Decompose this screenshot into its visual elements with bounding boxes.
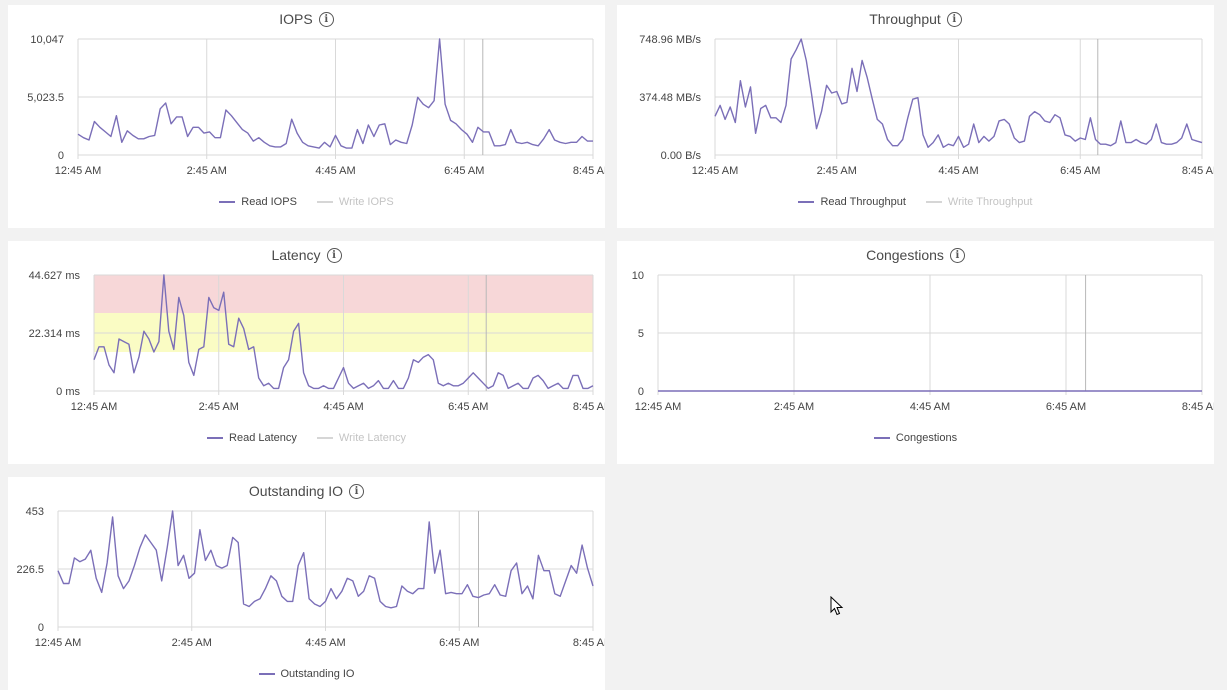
- legend-label: Read IOPS: [241, 196, 297, 208]
- legend-swatch: [316, 201, 333, 203]
- x-tick-label: 6:45 AM: [448, 401, 488, 413]
- x-tick-label: 6:45 AM: [1060, 165, 1100, 177]
- legend-label: Write IOPS: [338, 196, 394, 208]
- x-tick-label: 8:45 AM: [573, 401, 605, 413]
- legend-item[interactable]: Write Throughput: [925, 196, 1033, 208]
- x-tick-label: 12:45 AM: [692, 165, 738, 177]
- x-tick-label: 4:45 AM: [910, 401, 950, 413]
- throughput-legend: Read Throughput Write Throughput: [617, 196, 1214, 208]
- y-tick-label: 0.00 B/s: [661, 150, 702, 162]
- iops-legend: Read IOPS Write IOPS: [8, 196, 605, 208]
- legend-label: Congestions: [895, 432, 958, 444]
- y-tick-label: 44.627 ms: [29, 270, 81, 282]
- x-tick-label: 12:45 AM: [55, 165, 101, 177]
- legend-item[interactable]: Write IOPS: [316, 196, 394, 208]
- x-tick-label: 2:45 AM: [817, 165, 857, 177]
- x-tick-label: 4:45 AM: [938, 165, 978, 177]
- legend-item[interactable]: Read Latency: [207, 432, 297, 444]
- x-tick-label: 8:45 AM: [573, 637, 605, 649]
- legend-item[interactable]: Write Latency: [316, 432, 406, 444]
- x-tick-label: 8:45 AM: [573, 165, 605, 177]
- legend-label: Outstanding IO: [280, 668, 355, 680]
- y-tick-label: 22.314 ms: [29, 328, 81, 340]
- latency-legend: Read Latency Write Latency: [8, 432, 605, 444]
- congestions-legend: Congestions: [617, 432, 1214, 444]
- x-tick-label: 12:45 AM: [635, 401, 681, 413]
- y-tick-label: 453: [26, 506, 44, 518]
- latency-panel: Latency i 44.627 ms 22.314 ms 0 ms 12:45 AM…: [8, 241, 605, 464]
- throughput-panel: Throughput i 748.96 MB/s 374.48 MB/s 0.00 …: [617, 5, 1214, 228]
- x-tick-label: 2:45 AM: [172, 637, 212, 649]
- outstanding-io-chart: 453 226.5 0 12:45 AM 2:45 AM 4:45 AM 6:45 AM 8:…: [16, 506, 605, 649]
- y-tick-label: 226.5: [16, 564, 44, 576]
- y-tick-label: 0: [38, 622, 44, 634]
- y-tick-label: 374.48 MB/s: [639, 92, 701, 104]
- y-tick-label: 5: [638, 328, 644, 340]
- outstanding-io-legend: Outstanding IO: [8, 668, 605, 680]
- x-tick-label: 2:45 AM: [187, 165, 227, 177]
- iops-chart: 10,047 5,023.5 0 12:45 AM 2:45 AM 4:45 AM 6:45…: [27, 34, 605, 177]
- legend-label: Read Latency: [229, 432, 297, 444]
- legend-swatch: [219, 201, 236, 203]
- legend-swatch: [798, 201, 815, 203]
- legend-swatch: [207, 437, 224, 439]
- x-tick-label: 2:45 AM: [774, 401, 814, 413]
- legend-swatch: [873, 437, 890, 439]
- iops-panel: IOPS i 10,047 5,023.5 0 12:45 AM 2:45 AM 4:45…: [8, 5, 605, 228]
- x-tick-label: 8:45 AM: [1182, 401, 1214, 413]
- legend-item[interactable]: Read IOPS: [219, 196, 297, 208]
- legend-label: Write Throughput: [947, 196, 1033, 208]
- y-tick-label: 5,023.5: [27, 92, 64, 104]
- legend-item[interactable]: Read Throughput: [798, 196, 906, 208]
- legend-swatch: [316, 437, 333, 439]
- congestions-panel: Congestions i 10 5 0 12:45 AM 2:45 AM 4:45 AM…: [617, 241, 1214, 464]
- outstanding-io-panel: Outstanding IO i 453 226.5 0 12:45 AM 2:45 A…: [8, 477, 605, 690]
- legend-label: Write Latency: [338, 432, 406, 444]
- throughput-chart: 748.96 MB/s 374.48 MB/s 0.00 B/s 12:45 AM 2:…: [639, 34, 1214, 177]
- x-tick-label: 4:45 AM: [305, 637, 345, 649]
- y-tick-label: 10,047: [30, 34, 64, 46]
- legend-item[interactable]: Outstanding IO: [258, 668, 355, 680]
- x-tick-label: 12:45 AM: [35, 637, 81, 649]
- y-tick-label: 10: [632, 270, 644, 282]
- x-tick-label: 8:45 AM: [1182, 165, 1214, 177]
- y-tick-label: 748.96 MB/s: [639, 34, 701, 46]
- x-tick-label: 12:45 AM: [71, 401, 117, 413]
- legend-swatch: [258, 673, 275, 675]
- y-tick-label: 0: [58, 150, 64, 162]
- legend-swatch: [925, 201, 942, 203]
- legend-item[interactable]: Congestions: [873, 432, 958, 444]
- legend-label: Read Throughput: [820, 196, 906, 208]
- x-tick-label: 6:45 AM: [1046, 401, 1086, 413]
- y-tick-label: 0: [638, 386, 644, 398]
- congestions-chart: 10 5 0 12:45 AM 2:45 AM 4:45 AM 6:45 AM 8:45 AM: [632, 270, 1214, 413]
- x-tick-label: 6:45 AM: [439, 637, 479, 649]
- latency-chart: 44.627 ms 22.314 ms 0 ms 12:45 AM 2:45 AM 4:4…: [29, 270, 605, 413]
- mouse-cursor-icon: [830, 596, 844, 616]
- x-tick-label: 6:45 AM: [444, 165, 484, 177]
- x-tick-label: 4:45 AM: [315, 165, 355, 177]
- x-tick-label: 2:45 AM: [199, 401, 239, 413]
- x-tick-label: 4:45 AM: [323, 401, 363, 413]
- y-tick-label: 0 ms: [56, 386, 80, 398]
